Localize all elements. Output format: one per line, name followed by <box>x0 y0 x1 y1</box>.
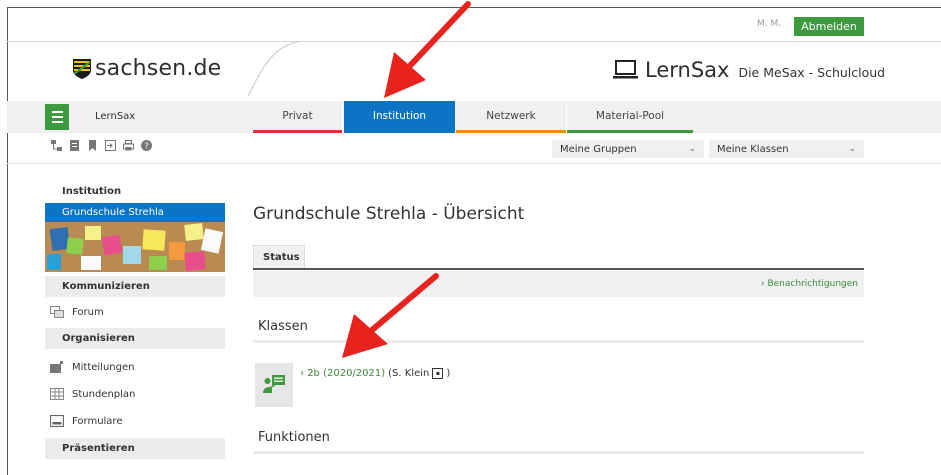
sitemap-icon[interactable] <box>51 140 62 151</box>
sidebar-item-label: Stundenplan <box>72 388 136 400</box>
class-teacher: (S. Klein <box>388 368 430 379</box>
tab-material-pool[interactable]: Material-Pool <box>567 101 693 133</box>
tab-netzwerk[interactable]: Netzwerk <box>456 101 566 133</box>
sidebar-item-formulare[interactable]: Formulare <box>50 415 122 427</box>
sidebar-section-organisieren: Organisieren <box>45 328 225 349</box>
nav-brand-label: LernSax <box>95 111 136 122</box>
class-link[interactable]: › 2b (2020/2021) <box>300 368 385 379</box>
class-group-icon <box>255 363 293 407</box>
tab-institution[interactable]: Institution <box>344 101 455 133</box>
tab-status[interactable]: Status <box>253 245 305 269</box>
tab-privat[interactable]: Privat <box>253 101 342 133</box>
notepad-icon[interactable] <box>69 140 80 151</box>
sidebar-item-mitteilungen[interactable]: Mitteilungen <box>50 361 134 373</box>
classes-select-value: Meine Klassen <box>717 143 789 155</box>
sachsen-logo[interactable]: sachsen.de <box>72 56 221 81</box>
svg-text:?: ? <box>144 142 148 151</box>
functions-divider <box>253 451 864 454</box>
sidebar-item-forum[interactable]: Forum <box>50 306 104 318</box>
chevron-down-icon: ⌄ <box>688 144 696 154</box>
classes-select[interactable]: Meine Klassen ⌄ <box>709 140 864 158</box>
sidebar-item-stundenplan[interactable]: Stundenplan <box>50 388 135 400</box>
lernsax-title: LernSax <box>645 58 730 82</box>
user-initials: M. M. <box>757 19 782 29</box>
tab-divider <box>342 101 343 133</box>
hamburger-menu-button[interactable] <box>45 104 69 130</box>
groups-select[interactable]: Meine Gruppen ⌄ <box>552 140 704 158</box>
sidebar-item-label: Formulare <box>72 415 123 427</box>
sidebar-section-praesentieren: Präsentieren <box>45 438 225 459</box>
functions-heading: Funktionen <box>258 430 330 445</box>
timetable-icon <box>50 388 64 400</box>
forum-icon <box>50 306 64 318</box>
sidebar-section-kommunizieren: Kommunizieren <box>45 276 225 297</box>
bookmark-icon[interactable] <box>87 140 98 151</box>
institution-banner-image <box>45 222 225 272</box>
sidebar-item-label: Mitteilungen <box>72 361 135 373</box>
saxony-crest-icon <box>73 58 91 79</box>
teacher-profile-icon[interactable]: ▪ <box>432 368 444 379</box>
help-icon[interactable]: ? <box>141 140 152 151</box>
chevron-down-icon: ⌄ <box>848 144 856 154</box>
class-teacher-end: ) <box>446 368 451 379</box>
sidebar-item-grundschule-strehla[interactable]: Grundschule Strehla <box>45 203 225 222</box>
notifications-link[interactable]: › Benachrichtigungen <box>761 279 858 289</box>
notifications-link-label: Benachrichtigungen <box>767 279 858 289</box>
lernsax-logo[interactable]: LernSax Die MeSax - Schulcloud <box>613 58 885 82</box>
groups-select-value: Meine Gruppen <box>560 143 637 155</box>
logout-button[interactable]: Abmelden <box>794 17 864 36</box>
announcement-icon <box>50 361 63 373</box>
classes-divider <box>253 340 864 343</box>
laptop-icon <box>613 60 638 79</box>
print-icon[interactable] <box>123 140 134 151</box>
sidebar-item-label: Forum <box>72 306 104 318</box>
form-icon <box>50 415 64 427</box>
toolbar-divider <box>7 163 941 164</box>
login-icon[interactable] <box>105 140 116 151</box>
header-divider <box>7 41 941 42</box>
toolbar: ? <box>51 140 152 151</box>
classes-heading: Klassen <box>258 319 308 334</box>
page-title: Grundschule Strehla - Übersicht <box>253 204 525 224</box>
class-entry: › 2b (2020/2021) (S. Klein ▪) <box>300 368 450 379</box>
header-swoosh <box>247 41 299 97</box>
status-divider <box>253 268 864 270</box>
lernsax-subtitle: Die MeSax - Schulcloud <box>738 65 886 80</box>
sachsen-logo-text: sachsen.de <box>95 56 222 81</box>
sidebar-heading: Institution <box>62 186 122 197</box>
class-link-label: 2b (2020/2021) <box>307 368 386 379</box>
